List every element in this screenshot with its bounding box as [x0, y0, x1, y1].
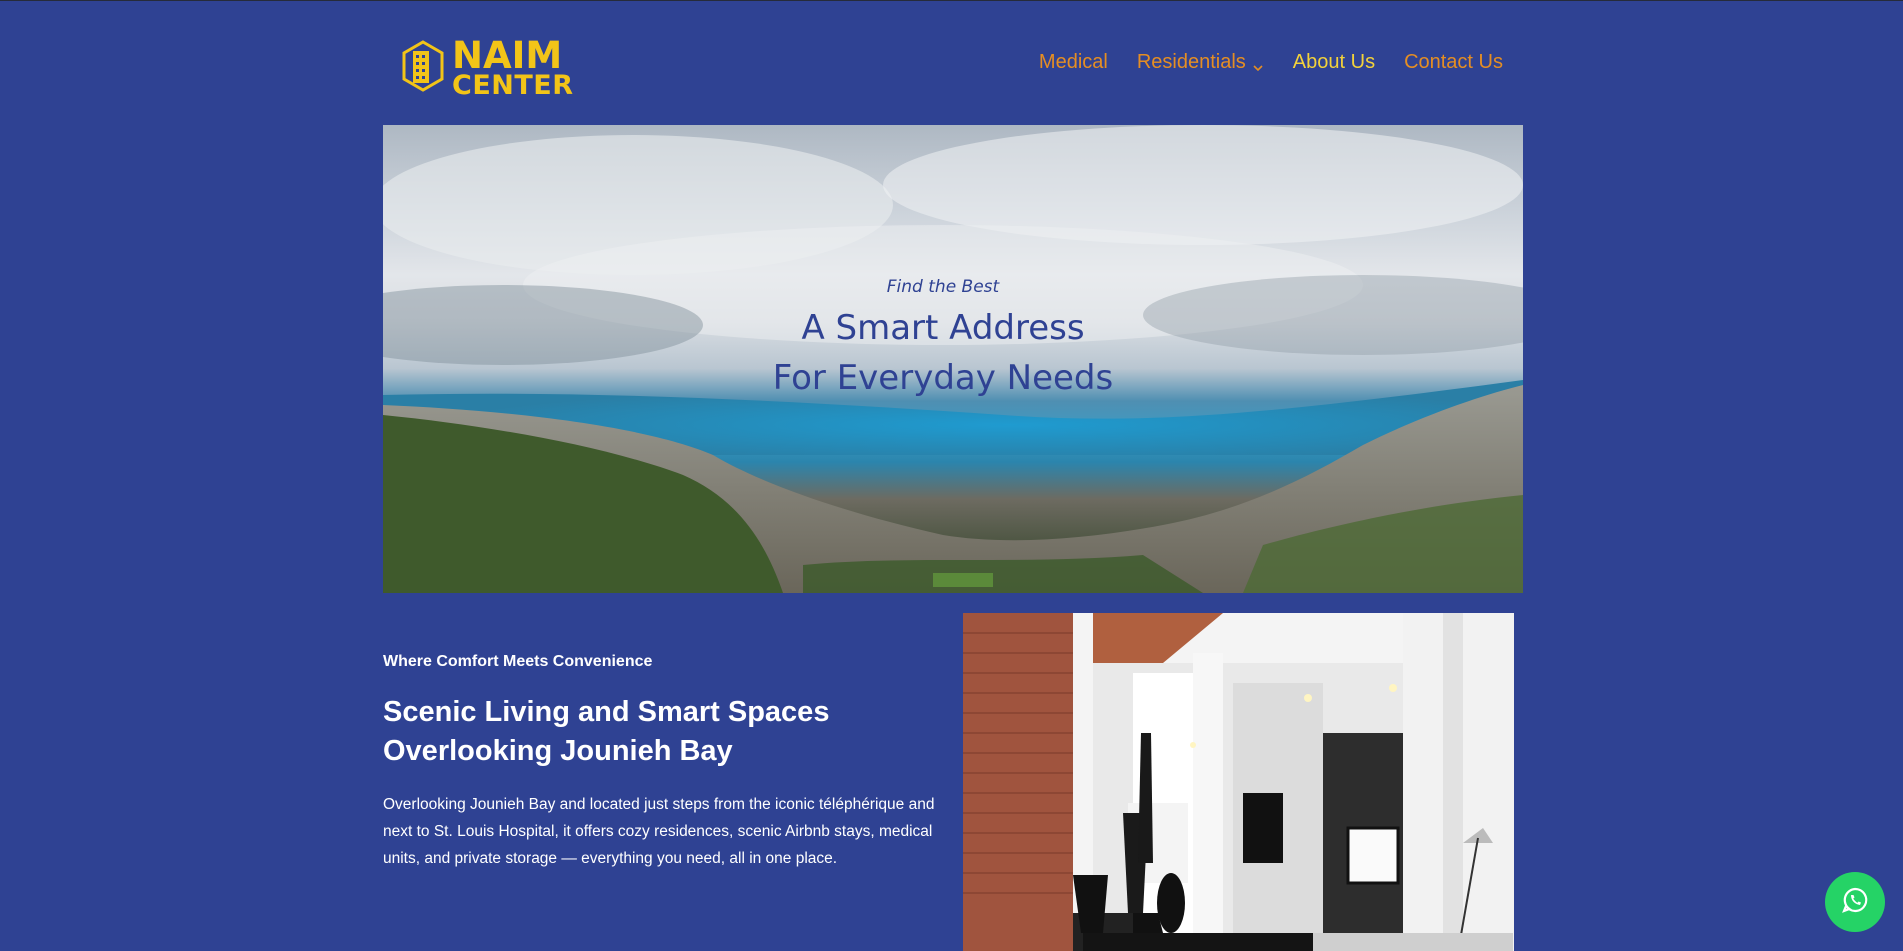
intro-headline: Scenic Living and Smart Spaces Overlooki…: [383, 693, 953, 771]
intro-eyebrow: Where Comfort Meets Convenience: [383, 653, 653, 670]
nav-residentials[interactable]: Residentials: [1137, 51, 1264, 74]
intro-headline-line-1: Scenic Living and Smart Spaces: [383, 696, 830, 728]
logo-line-2: CENTER: [452, 70, 574, 101]
hero-kicker: Find the Best: [886, 277, 1000, 297]
intro-body: Overlooking Jounieh Bay and located just…: [383, 796, 935, 867]
whatsapp-icon: [1841, 886, 1869, 919]
main-nav: Medical Residentials About Us Contact Us: [1039, 51, 1503, 74]
interior-photo: [963, 613, 1514, 951]
building-icon: [400, 39, 446, 98]
nav-residentials-label: Residentials: [1136, 51, 1246, 73]
site-header: NAIM CENTER Medical Residentials About U…: [383, 1, 1523, 125]
intro-headline-line-2: Overlooking Jounieh Bay: [383, 735, 733, 767]
intro-section: Where Comfort Meets Convenience Scenic L…: [383, 613, 953, 872]
nav-about-us-label: About Us: [1292, 51, 1376, 73]
nav-medical[interactable]: Medical: [1039, 51, 1108, 74]
site-logo[interactable]: NAIM CENTER: [400, 33, 574, 103]
nav-contact-us[interactable]: Contact Us: [1404, 51, 1503, 74]
hero-text: Find the Best A Smart Address For Everyd…: [383, 277, 1523, 403]
chevron-down-icon: [1252, 57, 1264, 71]
nav-contact-us-label: Contact Us: [1404, 51, 1503, 73]
logo-wordmark: NAIM CENTER: [452, 37, 574, 99]
nav-about-us[interactable]: About Us: [1293, 51, 1375, 74]
whatsapp-chat-button[interactable]: [1825, 872, 1885, 932]
hero-banner: Find the Best A Smart Address For Everyd…: [383, 125, 1523, 593]
hero-title-line-1: A Smart Address: [801, 308, 1085, 348]
nav-medical-label: Medical: [1038, 51, 1108, 73]
hero-title: A Smart Address For Everyday Needs: [383, 303, 1523, 403]
hero-title-line-2: For Everyday Needs: [772, 358, 1114, 398]
logo-line-1: NAIM: [452, 34, 563, 77]
